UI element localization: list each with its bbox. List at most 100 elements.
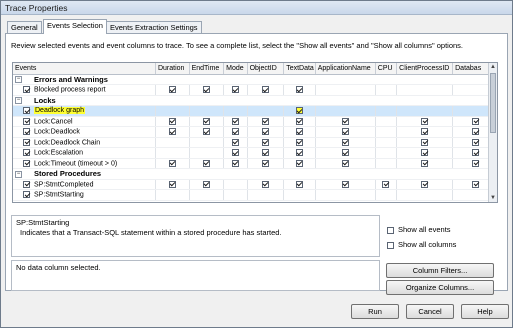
column-cell[interactable] (223, 147, 248, 159)
column-cell[interactable] (189, 189, 225, 201)
event-enable-checkbox[interactable] (23, 149, 30, 157)
column-checkbox[interactable] (168, 180, 176, 188)
column-cell[interactable] (283, 179, 316, 190)
column-checkbox[interactable] (295, 86, 303, 94)
column-cell[interactable] (315, 179, 376, 190)
column-cell[interactable] (375, 147, 398, 159)
column-checkbox[interactable] (261, 180, 269, 188)
event-enable-checkbox[interactable] (23, 159, 30, 167)
column-cell[interactable] (315, 137, 376, 148)
column-cell[interactable] (396, 116, 454, 127)
column-cell[interactable] (155, 147, 190, 159)
column-cell[interactable] (283, 84, 316, 96)
column-checkbox[interactable] (341, 180, 349, 188)
column-cell[interactable] (247, 116, 285, 127)
column-header[interactable]: ObjectID (247, 63, 285, 75)
column-cell[interactable] (247, 126, 285, 138)
column-checkbox[interactable] (341, 138, 349, 146)
collapse-toggle-icon[interactable]: − (15, 76, 22, 84)
column-cell[interactable] (155, 84, 190, 96)
event-row[interactable]: SP:StmtCompleted (13, 179, 497, 190)
column-cell[interactable] (247, 189, 285, 201)
column-cell[interactable] (247, 158, 285, 169)
column-cell[interactable] (189, 158, 225, 169)
column-checkbox[interactable] (421, 159, 429, 167)
column-header[interactable]: ApplicationName (315, 63, 376, 75)
column-cell[interactable] (375, 137, 398, 148)
column-cell[interactable] (247, 137, 285, 148)
column-checkbox[interactable] (231, 149, 239, 157)
column-cell[interactable] (283, 147, 316, 159)
column-checkbox[interactable] (295, 117, 303, 125)
column-checkbox[interactable] (341, 159, 349, 167)
column-checkbox[interactable] (261, 86, 269, 94)
column-cell[interactable] (189, 116, 225, 127)
show-all-columns-option[interactable]: Show all columns (387, 240, 456, 249)
column-cell[interactable] (189, 84, 225, 96)
column-checkbox[interactable] (382, 180, 390, 188)
column-header[interactable]: EndTime (189, 63, 225, 75)
column-checkbox[interactable] (295, 138, 303, 146)
column-cell[interactable] (223, 137, 248, 148)
column-cell[interactable] (315, 126, 376, 138)
column-checkbox[interactable] (472, 128, 480, 136)
column-cell[interactable] (247, 147, 285, 159)
column-cell[interactable] (283, 126, 316, 138)
column-cell[interactable] (155, 105, 190, 117)
column-cell[interactable] (189, 137, 225, 148)
column-cell[interactable] (247, 84, 285, 96)
column-checkbox[interactable] (231, 159, 239, 167)
column-cell[interactable] (375, 84, 398, 96)
category-row[interactable]: − Errors and Warnings (13, 74, 497, 85)
column-cell[interactable] (189, 179, 225, 190)
column-cell[interactable] (375, 189, 398, 201)
column-checkbox[interactable] (295, 107, 303, 115)
column-cell[interactable] (189, 105, 225, 117)
show-all-events-option[interactable]: Show all events (387, 225, 451, 234)
column-cell[interactable] (396, 137, 454, 148)
column-cell[interactable] (223, 158, 248, 169)
column-checkbox[interactable] (261, 159, 269, 167)
column-cell[interactable] (283, 137, 316, 148)
column-checkbox[interactable] (421, 138, 429, 146)
column-cell[interactable] (223, 189, 248, 201)
tab-general[interactable]: General (7, 21, 42, 33)
event-row[interactable]: Blocked process report (13, 84, 497, 96)
column-cell[interactable] (283, 158, 316, 169)
column-cell[interactable] (223, 84, 248, 96)
column-cell[interactable] (396, 126, 454, 138)
event-row[interactable]: Lock:Deadlock (13, 126, 497, 138)
column-cell[interactable] (315, 116, 376, 127)
column-checkbox[interactable] (341, 128, 349, 136)
event-row[interactable]: Lock:Deadlock Chain (13, 137, 497, 148)
column-checkbox[interactable] (421, 128, 429, 136)
column-checkbox[interactable] (472, 117, 480, 125)
column-cell[interactable] (247, 179, 285, 190)
column-cell[interactable] (155, 158, 190, 169)
column-checkbox[interactable] (231, 128, 239, 136)
column-checkbox[interactable] (202, 180, 210, 188)
column-checkbox[interactable] (168, 159, 176, 167)
scroll-down-icon[interactable]: ▼ (489, 194, 497, 202)
column-checkbox[interactable] (202, 159, 210, 167)
event-enable-checkbox[interactable] (23, 117, 30, 125)
organize-columns-button[interactable]: Organize Columns... (386, 280, 494, 295)
column-cell[interactable] (375, 158, 398, 169)
event-enable-checkbox[interactable] (23, 86, 30, 94)
column-cell[interactable] (155, 179, 190, 190)
column-header[interactable]: TextData (283, 63, 316, 75)
column-checkbox[interactable] (472, 180, 480, 188)
column-checkbox[interactable] (261, 138, 269, 146)
collapse-toggle-icon[interactable]: − (15, 97, 22, 105)
column-cell[interactable] (315, 189, 376, 201)
column-cell[interactable] (189, 147, 225, 159)
column-header[interactable]: Mode (223, 63, 248, 75)
column-checkbox[interactable] (168, 128, 176, 136)
column-cell[interactable] (315, 105, 376, 117)
column-checkbox[interactable] (261, 128, 269, 136)
event-enable-checkbox[interactable] (23, 138, 30, 146)
column-checkbox[interactable] (472, 149, 480, 157)
column-checkbox[interactable] (341, 117, 349, 125)
column-cell[interactable] (189, 126, 225, 138)
column-header[interactable]: Duration (155, 63, 190, 75)
